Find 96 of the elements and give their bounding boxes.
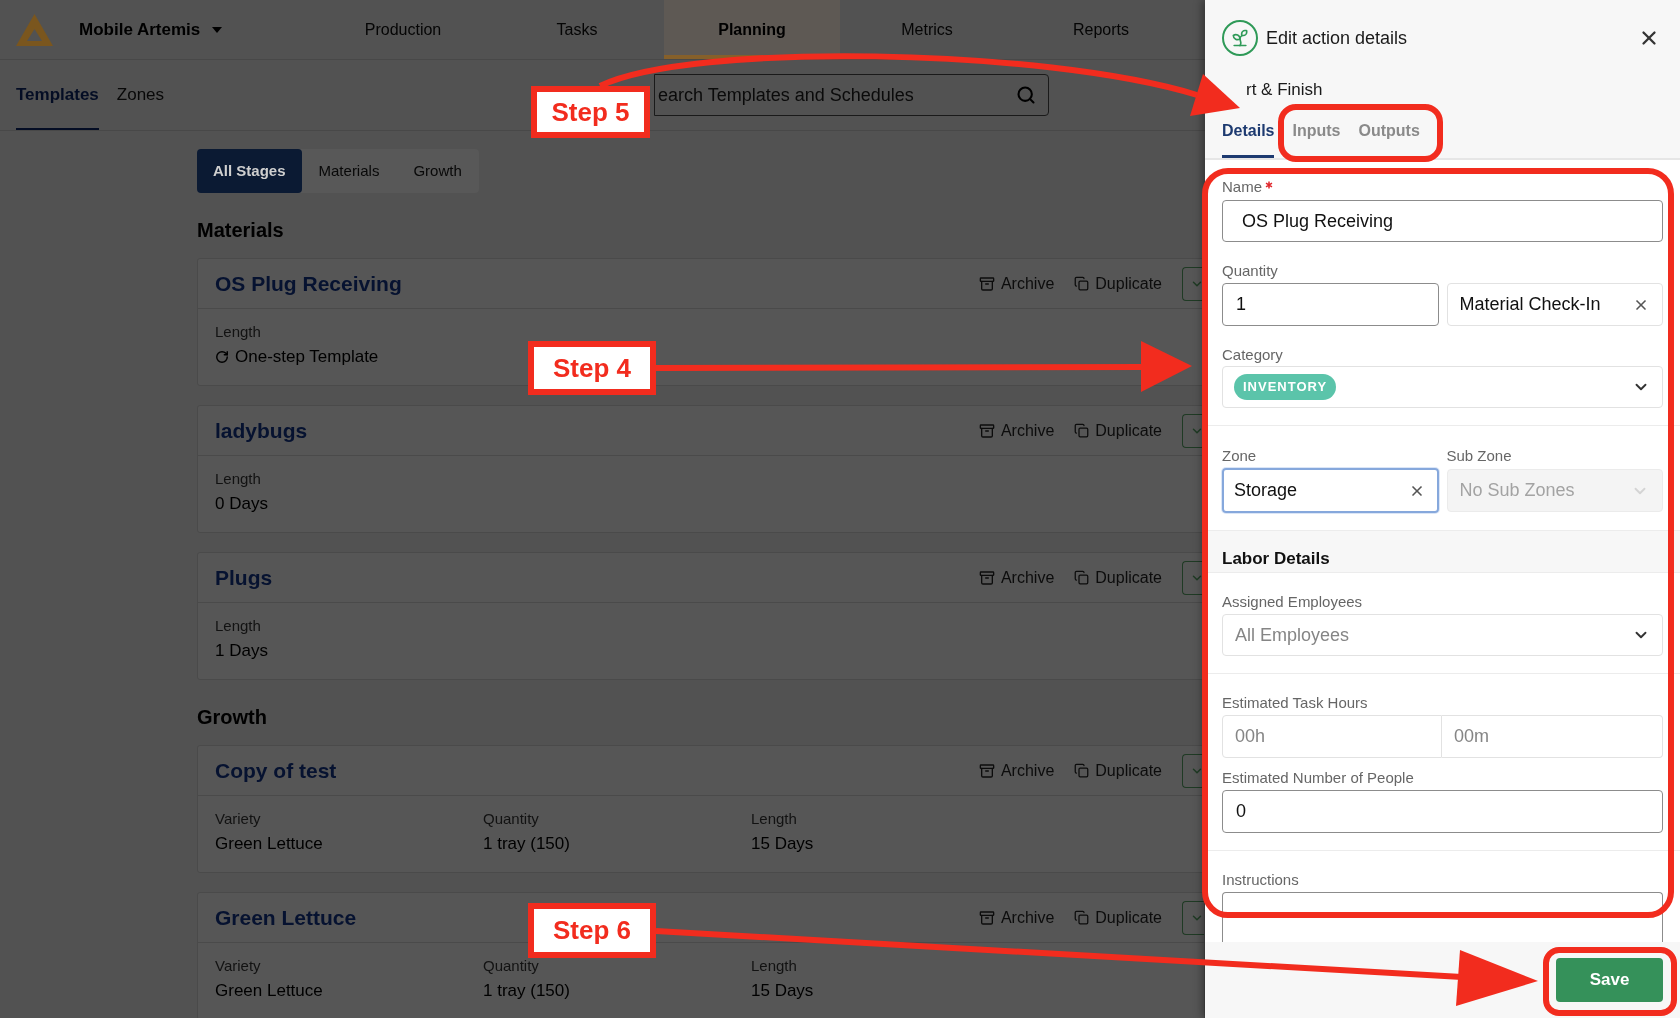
people-input[interactable]: 0 — [1222, 790, 1663, 833]
field-value: One-step Template — [235, 346, 379, 368]
triangle-logo — [16, 13, 53, 46]
caret-down-icon[interactable] — [212, 26, 223, 33]
panel-tab[interactable]: Outputs — [1358, 104, 1420, 158]
sprout-icon — [1222, 20, 1258, 56]
section-subtitle: rt & Finish — [1246, 79, 1323, 101]
field-label: Quantity — [483, 810, 539, 828]
archive-icon — [978, 275, 995, 292]
name-input[interactable]: OS Plug Receiving — [1222, 200, 1663, 242]
category-tag: INVENTORY — [1234, 374, 1337, 400]
copy-icon — [1074, 423, 1090, 438]
archive-button[interactable]: Archive — [978, 905, 1055, 930]
employees-select[interactable]: All Employees — [1222, 614, 1663, 656]
field-label: Variety — [215, 810, 261, 828]
field-label: Estimated Number of People — [1222, 769, 1414, 787]
nav-tab[interactable]: Metrics — [840, 0, 1014, 59]
hours-input[interactable]: 00h — [1222, 715, 1442, 758]
field-value: 15 Days — [751, 833, 814, 855]
copy-icon — [1074, 276, 1090, 291]
archive-button[interactable]: Archive — [978, 271, 1055, 296]
archive-icon — [978, 422, 995, 439]
section-heading: Materials — [197, 218, 284, 243]
field-label: Assigned Employees — [1222, 593, 1363, 611]
category-select[interactable]: INVENTORY — [1222, 366, 1663, 408]
minutes-input[interactable]: 00m — [1442, 715, 1663, 758]
filter-tab[interactable]: Growth — [396, 149, 479, 193]
field-value: 1 tray (150) — [483, 980, 570, 1002]
filter-tab[interactable]: All Stages — [197, 149, 302, 193]
section-heading: Growth — [197, 705, 267, 730]
nav-tab[interactable]: Planning — [664, 0, 840, 59]
template-title[interactable]: Copy of test — [215, 754, 337, 787]
search-field[interactable]: earch Templates and Schedules — [654, 74, 1049, 116]
template-title[interactable]: Plugs — [215, 561, 273, 594]
field-value: Green Lettuce — [215, 980, 323, 1002]
field-label: Instructions — [1222, 871, 1299, 889]
field-label: Quantity — [1222, 262, 1278, 280]
search-icon — [1016, 85, 1036, 105]
duplicate-button[interactable]: Duplicate — [1074, 758, 1162, 783]
duplicate-button[interactable]: Duplicate — [1074, 271, 1162, 296]
duplicate-button[interactable]: Duplicate — [1074, 905, 1162, 930]
nav-tab[interactable]: Production — [316, 0, 490, 59]
archive-button[interactable]: Archive — [978, 758, 1055, 783]
field-value: 1 Days — [215, 640, 268, 662]
field-label: Length — [751, 957, 797, 975]
archive-icon — [978, 762, 995, 779]
filter-tab[interactable]: Materials — [301, 149, 397, 193]
template-title[interactable]: ladybugs — [215, 414, 308, 447]
duplicate-button[interactable]: Duplicate — [1074, 418, 1162, 443]
archive-icon — [978, 909, 995, 926]
quantity-input[interactable]: 1 — [1222, 283, 1439, 326]
save-button[interactable]: Save — [1556, 958, 1663, 1002]
field-label: Length — [215, 617, 261, 635]
nav-tab[interactable]: Reports — [1014, 0, 1188, 59]
step-callout: Step 6 — [528, 903, 656, 958]
template-title[interactable]: Green Lettuce — [215, 901, 357, 934]
subnav-tab[interactable]: Zones — [116, 60, 165, 130]
menu-button[interactable] — [1182, 753, 1204, 788]
subnav-tab[interactable]: Templates — [16, 60, 99, 130]
field-label: Sub Zone — [1446, 447, 1512, 465]
field-label: Quantity — [483, 957, 539, 975]
nav-tab[interactable]: Tasks — [490, 0, 664, 59]
field-value: Green Lettuce — [215, 833, 323, 855]
archive-button[interactable]: Archive — [978, 565, 1055, 590]
duplicate-button[interactable]: Duplicate — [1074, 565, 1162, 590]
menu-button[interactable] — [1182, 266, 1204, 301]
copy-icon — [1074, 910, 1090, 925]
field-value: 0 Days — [215, 493, 268, 515]
archive-button[interactable]: Archive — [978, 418, 1055, 443]
menu-button[interactable] — [1182, 413, 1204, 448]
field-label: Length — [215, 323, 261, 341]
step-callout: Step 5 — [531, 86, 650, 138]
field-label: Length — [215, 470, 261, 488]
field-label: Zone — [1222, 447, 1257, 465]
menu-button[interactable] — [1182, 900, 1204, 935]
menu-button[interactable] — [1182, 560, 1204, 595]
field-label: Name — [1222, 178, 1262, 196]
field-label: Category — [1222, 346, 1283, 364]
copy-icon — [1074, 763, 1090, 778]
instructions-textarea[interactable] — [1222, 892, 1663, 942]
section-header: Labor Details — [1205, 530, 1680, 573]
copy-icon — [1074, 570, 1090, 585]
step-callout: Step 4 — [528, 341, 656, 395]
rotate-arrow-icon — [215, 350, 229, 364]
archive-icon — [978, 569, 995, 586]
field-label: Estimated Task Hours — [1222, 694, 1368, 712]
field-value: 15 Days — [751, 980, 814, 1002]
zone-select[interactable]: Storage — [1222, 468, 1439, 513]
template-title[interactable]: OS Plug Receiving — [215, 267, 402, 300]
panel-title: Edit action details — [1266, 26, 1408, 50]
field-value: 1 tray (150) — [483, 833, 570, 855]
app-name: Mobile Artemis — [79, 18, 201, 41]
field-label: Length — [751, 810, 797, 828]
unit-select[interactable]: Material Check-In — [1446, 283, 1663, 326]
panel-tab[interactable]: Inputs — [1292, 104, 1341, 158]
field-label: Variety — [215, 957, 261, 975]
